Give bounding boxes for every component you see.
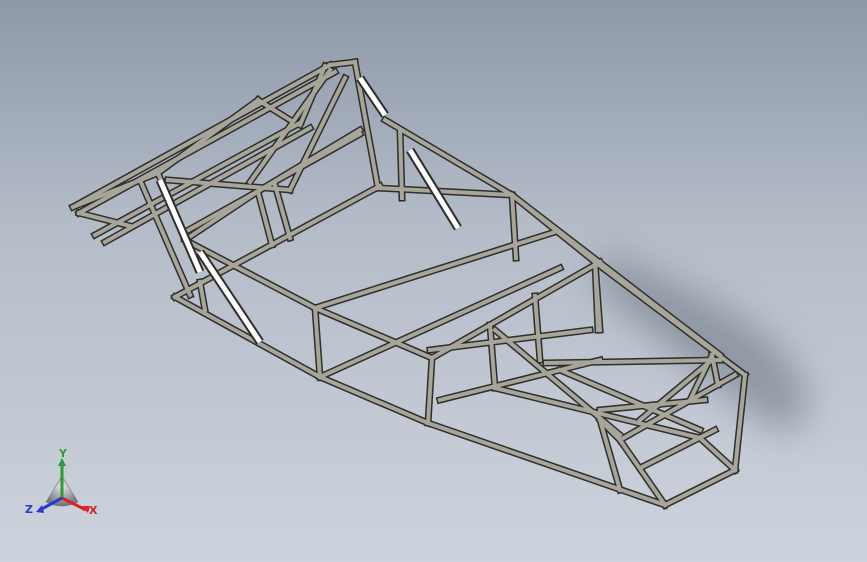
tube-face xyxy=(697,435,738,473)
reference-triad[interactable]: Y Z X xyxy=(22,448,102,524)
tube-face xyxy=(662,467,738,508)
graphics-viewport[interactable]: Y Z X xyxy=(0,0,867,562)
tube-face xyxy=(397,127,405,201)
chassis-frame-model[interactable] xyxy=(0,0,867,562)
tube-face xyxy=(317,374,431,426)
tube-face xyxy=(312,229,558,311)
tube-face xyxy=(76,69,338,216)
triad-x-label: X xyxy=(89,504,98,517)
triad-z-label: Z xyxy=(25,503,33,516)
tube-face xyxy=(172,294,323,380)
tube-face xyxy=(255,189,275,248)
triad-y-label: Y xyxy=(59,447,67,460)
